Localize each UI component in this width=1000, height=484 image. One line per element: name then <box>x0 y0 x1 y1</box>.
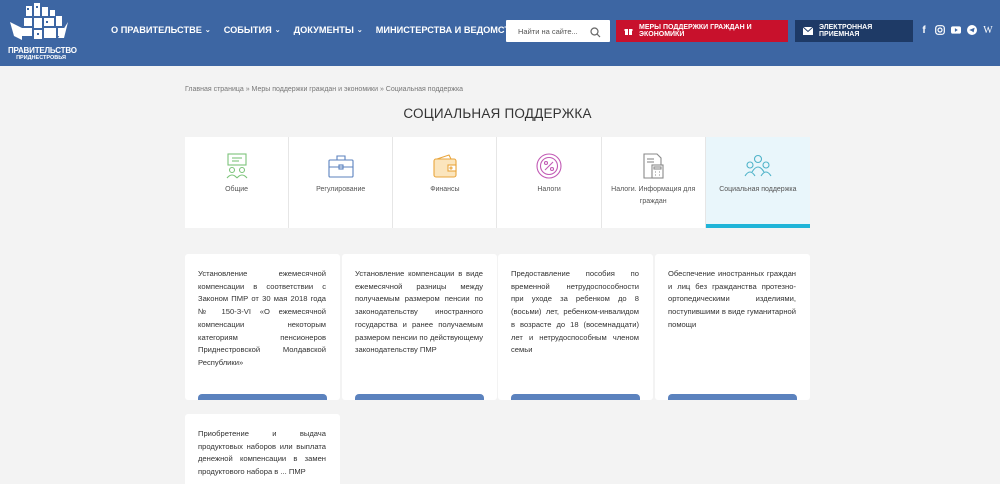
social-links: f W <box>919 24 993 36</box>
nav-item-events[interactable]: СОБЫТИЯ ⌄ <box>224 25 281 35</box>
logo-emblem-icon <box>10 3 68 40</box>
tab-general[interactable]: Общие <box>185 137 290 228</box>
envelope-icon <box>803 27 813 35</box>
tab-label: Налоги <box>537 186 561 193</box>
page-title: СОЦИАЛЬНАЯ ПОДДЕРЖКА <box>403 106 592 121</box>
search-box <box>506 20 610 42</box>
tab-label: Социальная поддержка <box>719 186 797 193</box>
main-nav: О ПРАВИТЕЛЬСТВЕ ⌄ СОБЫТИЯ ⌄ ДОКУМЕНТЫ ⌄ МИН… <box>111 25 536 35</box>
chevron-down-icon: ⌄ <box>274 27 281 34</box>
card-text: Установление ежемесячной компенсации в с… <box>198 269 326 367</box>
tab-social-support[interactable]: Социальная поддержка <box>705 137 810 228</box>
nav-item-ministries[interactable]: МИНИСТЕРСТВА И ВЕДОМСТВА <box>376 25 523 35</box>
card-more-button[interactable] <box>198 394 327 400</box>
tab-label: Налоги. Информация для граждан <box>611 186 696 205</box>
facebook-icon[interactable]: f <box>919 24 929 36</box>
wallet-icon <box>431 152 459 180</box>
chevron-down-icon: ⌄ <box>356 27 363 34</box>
card-text: Обеспечение иностранных граждан и лиц бе… <box>668 269 796 329</box>
search-icon[interactable] <box>590 25 601 43</box>
logo-line1: ПРАВИТЕЛЬСТВО <box>8 46 77 55</box>
site-header: ПРАВИТЕЛЬСТВО ПРИДНЕСТРОВЬЯ О ПРАВИТЕЛЬС… <box>0 0 1000 66</box>
support-card[interactable]: Обеспечение иностранных граждан и лиц бе… <box>655 254 810 400</box>
e-reception-button[interactable]: ЭЛЕКТРОННАЯ ПРИЕМНАЯ <box>795 20 913 42</box>
briefcase-icon <box>327 152 355 180</box>
logo-text: ПРАВИТЕЛЬСТВО ПРИДНЕСТРОВЬЯ <box>8 46 77 62</box>
logo-line2: ПРИДНЕСТРОВЬЯ <box>16 55 66 61</box>
vk-icon[interactable]: W <box>983 24 993 36</box>
e-reception-label: ЭЛЕКТРОННАЯ ПРИЕМНАЯ <box>819 24 873 38</box>
support-measures-label: МЕРЫ ПОДДЕРЖКИ ГРАЖДАН И ЭКОНОМИКИ <box>639 24 752 38</box>
tab-regulation[interactable]: Регулирование <box>289 137 394 228</box>
card-text: Приобретение и выдача продуктовых наборо… <box>198 429 326 477</box>
nav-label: О ПРАВИТЕЛЬСТВЕ <box>111 25 202 35</box>
tab-label: Регулирование <box>316 186 366 193</box>
nav-item-documents[interactable]: ДОКУМЕНТЫ ⌄ <box>294 25 363 35</box>
nav-item-government[interactable]: О ПРАВИТЕЛЬСТВЕ ⌄ <box>111 25 211 35</box>
card-text: Установление компенсации в виде ежемесяч… <box>355 269 483 355</box>
tab-finance[interactable]: Финансы <box>393 137 498 228</box>
card-more-button[interactable] <box>511 394 640 400</box>
tab-label: Общие <box>225 186 249 193</box>
chevron-down-icon: ⌄ <box>204 27 211 34</box>
tab-taxes-info[interactable]: Налоги. Информация для граждан <box>602 137 706 228</box>
category-tabs: Общие Регулирование Финансы Налоги Налог… <box>185 137 810 228</box>
card-text: Предоставление пособия по временной нетр… <box>511 269 639 355</box>
nav-label: МИНИСТЕРСТВА И ВЕДОМСТВА <box>375 25 523 35</box>
nav-label: СОБЫТИЯ <box>223 25 272 35</box>
support-card[interactable]: Установление ежемесячной компенсации в с… <box>185 254 340 400</box>
support-card[interactable]: Установление компенсации в виде ежемесяч… <box>342 254 497 400</box>
card-more-button[interactable] <box>355 394 484 400</box>
people-board-icon <box>223 152 251 180</box>
support-card[interactable]: Приобретение и выдача продуктовых наборо… <box>185 414 340 484</box>
support-card[interactable]: Предоставление пособия по временной нетр… <box>498 254 653 400</box>
youtube-icon[interactable] <box>951 24 961 36</box>
tab-taxes[interactable]: Налоги <box>497 137 602 228</box>
support-measures-button[interactable]: МЕРЫ ПОДДЕРЖКИ ГРАЖДАН И ЭКОНОМИКИ <box>616 20 788 42</box>
search-input[interactable] <box>506 20 586 42</box>
telegram-icon[interactable] <box>967 24 977 36</box>
calculator-doc-icon <box>639 152 667 180</box>
gift-icon <box>624 27 633 36</box>
breadcrumb[interactable]: Главная страница » Меры поддержки гражда… <box>185 86 463 93</box>
site-logo[interactable]: ПРАВИТЕЛЬСТВО ПРИДНЕСТРОВЬЯ <box>8 2 77 64</box>
active-tab-indicator <box>705 224 810 228</box>
tab-label: Финансы <box>430 186 460 193</box>
percent-icon <box>535 152 563 180</box>
instagram-icon[interactable] <box>935 24 945 36</box>
card-more-button[interactable] <box>668 394 797 400</box>
group-icon <box>744 152 772 180</box>
nav-label: ДОКУМЕНТЫ <box>293 25 354 35</box>
